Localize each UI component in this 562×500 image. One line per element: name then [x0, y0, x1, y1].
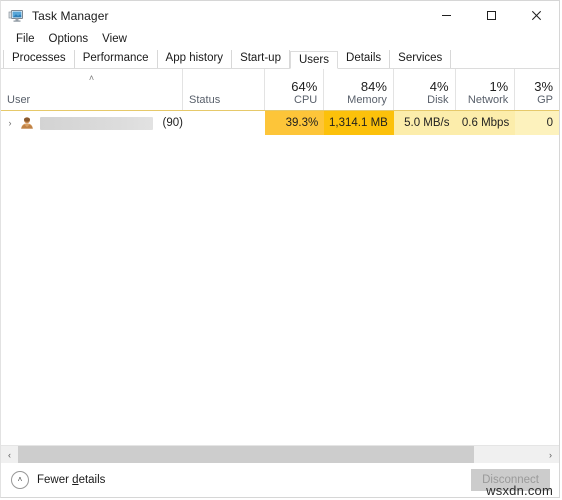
- row-cell-disk: 5.0 MB/s: [393, 111, 456, 135]
- title-bar: Task Manager: [1, 1, 559, 30]
- chevron-up-circle-icon: ˄: [11, 471, 29, 489]
- users-list: ˄ User Status 64% CPU 84% Memory 4% Disk…: [1, 69, 559, 463]
- column-header-status-label: Status: [189, 94, 221, 106]
- cpu-total-percent: 64%: [291, 79, 318, 94]
- row-cell-gpu: 0: [515, 111, 559, 135]
- row-cell-user[interactable]: › (90): [1, 111, 183, 135]
- caption-button-group: [424, 1, 559, 30]
- tab-processes[interactable]: Processes: [3, 50, 75, 68]
- user-session-count: (90): [162, 117, 183, 129]
- column-header-disk[interactable]: 4% Disk: [394, 69, 456, 110]
- close-button[interactable]: [514, 1, 559, 30]
- user-account-icon: [19, 115, 35, 131]
- column-header-user-label: User: [7, 94, 31, 106]
- minimize-icon: [442, 15, 451, 16]
- maximize-icon: [487, 11, 496, 20]
- column-header-memory[interactable]: 84% Memory: [324, 69, 394, 110]
- column-header-cpu-label: CPU: [294, 94, 318, 106]
- column-header-gpu-label: GP: [537, 94, 554, 106]
- task-manager-window: Task Manager File Options View Processes…: [0, 0, 560, 498]
- menu-item-view[interactable]: View: [95, 32, 134, 47]
- computer-monitor-icon: [8, 8, 24, 24]
- redacted-user-name: [40, 116, 153, 130]
- column-header-row: ˄ User Status 64% CPU 84% Memory 4% Disk…: [1, 69, 559, 111]
- tab-start-up[interactable]: Start-up: [232, 50, 290, 68]
- tab-app-history[interactable]: App history: [158, 50, 233, 68]
- column-header-status[interactable]: Status: [183, 69, 265, 110]
- tab-details[interactable]: Details: [338, 50, 391, 68]
- column-header-network[interactable]: 1% Network: [456, 69, 516, 110]
- gpu-total-percent: 3%: [534, 79, 554, 94]
- horizontal-scrollbar[interactable]: ‹ ›: [1, 445, 559, 463]
- column-header-disk-label: Disk: [427, 94, 449, 106]
- row-cell-cpu: 39.3%: [264, 111, 325, 135]
- memory-total-percent: 84%: [360, 79, 387, 94]
- row-cell-network: 0.6 Mbps: [455, 111, 516, 135]
- menu-bar: File Options View: [1, 30, 559, 49]
- scrollbar-thumb[interactable]: [18, 446, 474, 463]
- fewer-details-button[interactable]: ˄ Fewer details: [11, 471, 105, 489]
- expand-chevron-icon[interactable]: ›: [1, 118, 19, 128]
- disconnect-button[interactable]: Disconnect: [471, 469, 550, 491]
- column-header-gpu[interactable]: 3% GP: [515, 69, 559, 110]
- fewer-details-label: Fewer details: [37, 474, 105, 486]
- window-title: Task Manager: [32, 8, 109, 23]
- close-icon: [531, 10, 542, 21]
- tab-users[interactable]: Users: [289, 51, 339, 69]
- row-cell-status: [183, 111, 265, 135]
- scrollbar-track[interactable]: [18, 446, 542, 463]
- row-cell-memory: 1,314.1 MB: [324, 111, 394, 135]
- tab-strip: Processes Performance App history Start-…: [1, 49, 559, 69]
- fewer-details-label-after: etails: [78, 474, 106, 486]
- column-header-memory-label: Memory: [347, 94, 387, 106]
- sort-ascending-icon: ˄: [88, 73, 95, 83]
- menu-item-file[interactable]: File: [9, 32, 42, 47]
- tab-performance[interactable]: Performance: [75, 50, 158, 68]
- tab-services[interactable]: Services: [390, 50, 452, 68]
- network-total-percent: 1%: [489, 79, 509, 94]
- users-rows: › (90) 39.3% 1,314.1 MB 5.0 MB/s 0.6 Mbp…: [1, 111, 559, 445]
- column-header-user[interactable]: ˄ User: [1, 69, 184, 110]
- disk-total-percent: 4%: [429, 79, 449, 94]
- menu-item-options[interactable]: Options: [42, 32, 96, 47]
- scroll-right-arrow-icon[interactable]: ›: [542, 446, 559, 463]
- table-row[interactable]: › (90) 39.3% 1,314.1 MB 5.0 MB/s 0.6 Mbp…: [1, 111, 559, 135]
- column-header-network-label: Network: [467, 94, 509, 106]
- minimize-button[interactable]: [424, 1, 469, 30]
- scroll-left-arrow-icon[interactable]: ‹: [1, 446, 18, 463]
- footer-bar: ˄ Fewer details Disconnect wsxdn.com: [1, 463, 559, 498]
- maximize-button[interactable]: [469, 1, 514, 30]
- column-header-cpu[interactable]: 64% CPU: [265, 69, 325, 110]
- fewer-details-label-before: Fewer: [37, 474, 73, 486]
